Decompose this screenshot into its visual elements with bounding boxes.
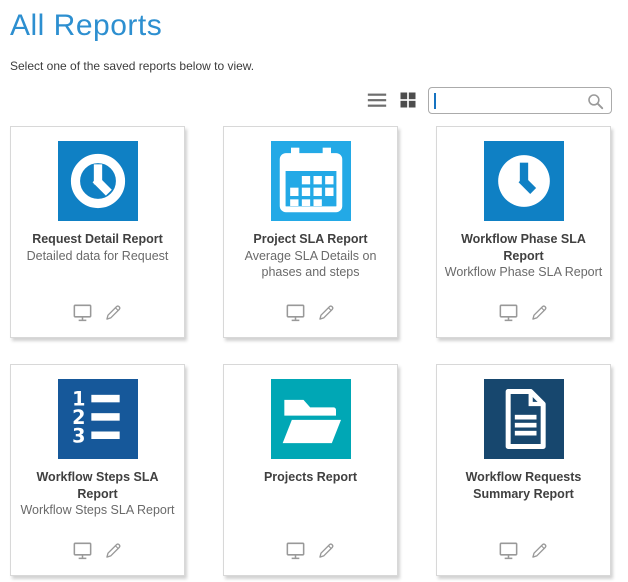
pencil-icon[interactable]: [316, 300, 337, 324]
pencil-icon[interactable]: [529, 300, 550, 324]
grid-view-icon[interactable]: [397, 89, 419, 111]
report-title: Project SLA Report: [224, 231, 397, 248]
report-title: Workflow Phase SLA Report: [437, 231, 610, 264]
report-card[interactable]: Workflow Requests Summary Report: [436, 364, 611, 576]
monitor-icon[interactable]: [71, 538, 94, 562]
search-input[interactable]: [436, 89, 586, 112]
search-icon[interactable]: [586, 92, 605, 116]
monitor-icon[interactable]: [284, 538, 307, 562]
card-actions: [437, 538, 610, 562]
card-actions: [11, 538, 184, 562]
toolbar: [10, 86, 612, 114]
pencil-icon[interactable]: [103, 538, 124, 562]
report-card[interactable]: Projects Report: [223, 364, 398, 576]
search-box: [428, 87, 612, 114]
report-description: Workflow Steps SLA Report: [11, 502, 184, 518]
report-card[interactable]: Workflow Phase SLA Report Workflow Phase…: [436, 126, 611, 338]
report-card[interactable]: 1 2 3 Workflow Steps SLA Report Workflow…: [10, 364, 185, 576]
all-reports-page: All Reports Select one of the saved repo…: [0, 0, 628, 576]
monitor-icon[interactable]: [71, 300, 94, 324]
report-title: Projects Report: [224, 469, 397, 486]
report-title: Request Detail Report: [11, 231, 184, 248]
clock-outline-icon: [58, 141, 138, 221]
report-card[interactable]: Project SLA Report Average SLA Details o…: [223, 126, 398, 338]
report-title: Workflow Steps SLA Report: [11, 469, 184, 502]
folder-open-icon: [271, 379, 351, 459]
svg-text:3: 3: [72, 424, 85, 447]
monitor-icon[interactable]: [284, 300, 307, 324]
report-title: Workflow Requests Summary Report: [437, 469, 610, 502]
numbered-list-icon: 1 2 3: [58, 379, 138, 459]
report-description: Average SLA Details on phases and steps: [224, 248, 397, 280]
card-actions: [224, 300, 397, 324]
monitor-icon[interactable]: [497, 300, 520, 324]
document-icon: [484, 379, 564, 459]
text-caret: [434, 93, 436, 109]
clock-solid-icon: [484, 141, 564, 221]
pencil-icon[interactable]: [529, 538, 550, 562]
pencil-icon[interactable]: [316, 538, 337, 562]
card-actions: [224, 538, 397, 562]
page-title: All Reports: [10, 8, 612, 44]
report-description: Workflow Phase SLA Report: [437, 264, 610, 280]
pencil-icon[interactable]: [103, 300, 124, 324]
card-actions: [11, 300, 184, 324]
report-description: Detailed data for Request: [11, 248, 184, 264]
list-view-icon[interactable]: [366, 89, 388, 111]
reports-grid: Request Detail Report Detailed data for …: [10, 126, 612, 576]
card-actions: [437, 300, 610, 324]
monitor-icon[interactable]: [497, 538, 520, 562]
page-subtitle: Select one of the saved reports below to…: [10, 59, 612, 73]
calendar-icon: [271, 141, 351, 221]
report-card[interactable]: Request Detail Report Detailed data for …: [10, 126, 185, 338]
